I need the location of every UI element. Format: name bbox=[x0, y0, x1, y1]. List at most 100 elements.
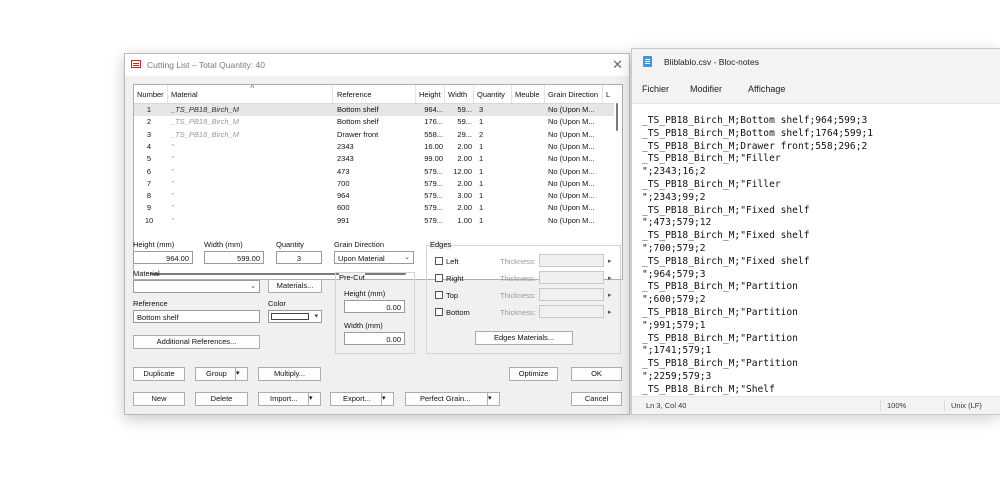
cell-material: " bbox=[171, 154, 174, 164]
perfect-grain-button[interactable]: Perfect Grain... ▾ bbox=[405, 392, 500, 406]
table-row[interactable]: 5 " 2343 99.00 2.00 1 No (Upon M... bbox=[134, 153, 614, 165]
table-row[interactable]: 2 _TS_PB18_Birch_M Bottom shelf 176... 59...… bbox=[134, 116, 614, 128]
cell-grain: No (Upon M... bbox=[548, 178, 595, 188]
edge-bottom-checkbox[interactable] bbox=[435, 308, 443, 316]
material-label: Material bbox=[133, 269, 160, 278]
notepad-menubar: Fichier Modifier Affichage bbox=[632, 75, 1000, 104]
notepad-text-area[interactable]: _TS_PB18_Birch_M;Bottom shelf;964;599;3 _… bbox=[642, 115, 997, 395]
menu-modifier[interactable]: Modifier bbox=[690, 84, 722, 94]
height-input[interactable]: 964.00 bbox=[133, 251, 193, 264]
text-line: ";2259;579;3 bbox=[642, 370, 712, 382]
edge-left-checkbox[interactable] bbox=[435, 257, 443, 265]
edge-top-thickness-input bbox=[539, 288, 604, 301]
table-row[interactable]: 8 " 964 579... 3.00 1 No (Upon M... bbox=[134, 190, 614, 202]
reference-input[interactable]: Bottom shelf bbox=[133, 310, 260, 323]
dropdown-arrow-icon[interactable]: ▾ bbox=[487, 393, 499, 405]
color-picker[interactable]: ▾ bbox=[268, 310, 322, 323]
table-row[interactable]: 1 _TS_PB18_Birch_M Bottom shelf 964... 59...… bbox=[134, 104, 614, 116]
dropdown-arrow-icon[interactable]: ▾ bbox=[235, 368, 247, 380]
cell-number: 4 bbox=[146, 141, 152, 151]
column-header-material[interactable]: Material bbox=[171, 90, 198, 99]
new-button[interactable]: New bbox=[133, 392, 185, 406]
cell-height: 558... bbox=[424, 129, 443, 139]
cell-width: 3.00 bbox=[457, 191, 472, 201]
materials-button[interactable]: Materials... bbox=[268, 279, 322, 293]
multiply-button[interactable]: Multiply... bbox=[258, 367, 321, 381]
column-header-meuble[interactable]: Meuble bbox=[515, 90, 540, 99]
notepad-window: Bliblablo.csv - Bloc-notes Fichier Modif… bbox=[631, 48, 1000, 415]
color-label: Color bbox=[268, 299, 286, 308]
edges-materials-button[interactable]: Edges Materials... bbox=[475, 331, 573, 345]
quantity-input[interactable]: 3 bbox=[276, 251, 322, 264]
cell-reference: 2343 bbox=[337, 141, 354, 151]
cell-width: 59... bbox=[457, 105, 472, 114]
table-row[interactable]: 3 _TS_PB18_Birch_M Drawer front 558... 29...… bbox=[134, 129, 614, 141]
cell-height: 16.00 bbox=[424, 141, 443, 151]
cancel-button[interactable]: Cancel bbox=[571, 392, 622, 406]
cell-width: 2.00 bbox=[457, 178, 472, 188]
cell-height: 579... bbox=[424, 166, 443, 176]
column-header-reference[interactable]: Reference bbox=[337, 90, 372, 99]
column-header-l[interactable]: L bbox=[606, 90, 610, 99]
close-icon[interactable]: ✕ bbox=[612, 57, 623, 73]
cell-grain: No (Upon M... bbox=[548, 191, 595, 201]
cell-quantity: 2 bbox=[479, 129, 484, 139]
text-line: ";700;579;2 bbox=[642, 242, 706, 254]
delete-button[interactable]: Delete bbox=[195, 392, 248, 406]
import-button[interactable]: Import... ▾ bbox=[258, 392, 321, 406]
grain-direction-select[interactable]: Upon Material ⌄ bbox=[334, 251, 414, 264]
edge-top-checkbox[interactable] bbox=[435, 291, 443, 299]
precut-height-input[interactable]: 0.00 bbox=[344, 300, 405, 313]
width-input[interactable]: 599.00 bbox=[204, 251, 264, 264]
material-select[interactable]: ⌄ bbox=[133, 280, 260, 293]
precut-height-label: Height (mm) bbox=[344, 289, 386, 298]
optimize-button[interactable]: Optimize bbox=[509, 367, 558, 381]
dropdown-arrow-icon[interactable]: ▾ bbox=[308, 393, 320, 405]
duplicate-button[interactable]: Duplicate bbox=[133, 367, 185, 381]
edge-top-arrow-icon: ▸ bbox=[608, 292, 612, 299]
cell-width: 29... bbox=[457, 129, 472, 139]
edge-top-thickness-label: Thickness: bbox=[500, 291, 536, 300]
table-row[interactable]: 10 " 991 579... 1.00 1 No (Upon M... bbox=[134, 215, 614, 227]
vertical-scrollbar[interactable] bbox=[615, 101, 619, 151]
precut-width-input[interactable]: 0.00 bbox=[344, 332, 405, 345]
quantity-label: Quantity bbox=[276, 240, 304, 249]
column-header-grain-direction[interactable]: Grain Direction bbox=[548, 90, 598, 99]
text-line: _TS_PB18_Birch_M;"Partition bbox=[642, 358, 798, 370]
cell-number: 3 bbox=[146, 129, 152, 139]
column-header-height[interactable]: Height bbox=[419, 90, 441, 99]
text-line: _TS_PB18_Birch_M;"Shelf bbox=[642, 383, 775, 395]
additional-references-button[interactable]: Additional References... bbox=[133, 335, 260, 349]
grain-direction-value: Upon Material bbox=[338, 254, 385, 263]
dialog-title: Cutting List – Total Quantity: 40 bbox=[147, 60, 265, 70]
export-button[interactable]: Export... ▾ bbox=[330, 392, 394, 406]
group-button[interactable]: Group ▾ bbox=[195, 367, 248, 381]
table-row[interactable]: 7 " 700 579... 2.00 1 No (Upon M... bbox=[134, 178, 614, 190]
ok-button[interactable]: OK bbox=[571, 367, 622, 381]
cell-reference: Drawer front bbox=[337, 129, 379, 139]
cell-grain: No (Upon M... bbox=[548, 117, 595, 127]
cell-number: 5 bbox=[146, 154, 152, 164]
cell-number: 8 bbox=[146, 191, 152, 201]
table-header: ˄ Number Material Reference Height Width… bbox=[134, 85, 614, 104]
edge-left-arrow-icon: ▸ bbox=[608, 258, 612, 265]
table-row[interactable]: 9 " 600 579... 2.00 1 No (Upon M... bbox=[134, 202, 614, 214]
column-header-width[interactable]: Width bbox=[448, 90, 467, 99]
cell-reference: 964 bbox=[337, 191, 350, 201]
edge-right-checkbox[interactable] bbox=[435, 274, 443, 282]
column-header-number[interactable]: Number bbox=[137, 90, 164, 99]
text-line: _TS_PB18_Birch_M;"Filler bbox=[642, 178, 781, 190]
reference-label: Reference bbox=[133, 299, 168, 308]
import-button-label: Import... bbox=[270, 394, 298, 403]
table-row[interactable]: 6 " 473 579... 12.00 1 No (Upon M... bbox=[134, 166, 614, 178]
menu-fichier[interactable]: Fichier bbox=[642, 84, 669, 94]
edge-left-thickness-input bbox=[539, 254, 604, 267]
table-row[interactable]: 4 " 2343 16.00 2.00 1 No (Upon M... bbox=[134, 141, 614, 153]
column-header-quantity[interactable]: Quantity bbox=[477, 90, 505, 99]
cell-number: 6 bbox=[146, 166, 152, 176]
text-line: _TS_PB18_Birch_M;"Partition bbox=[642, 332, 798, 344]
dropdown-arrow-icon[interactable]: ▾ bbox=[381, 393, 393, 405]
cell-height: 176... bbox=[424, 117, 443, 127]
cutting-list-dialog: Cutting List – Total Quantity: 40 ✕ ˄ Nu… bbox=[124, 53, 630, 415]
menu-affichage[interactable]: Affichage bbox=[748, 84, 785, 94]
